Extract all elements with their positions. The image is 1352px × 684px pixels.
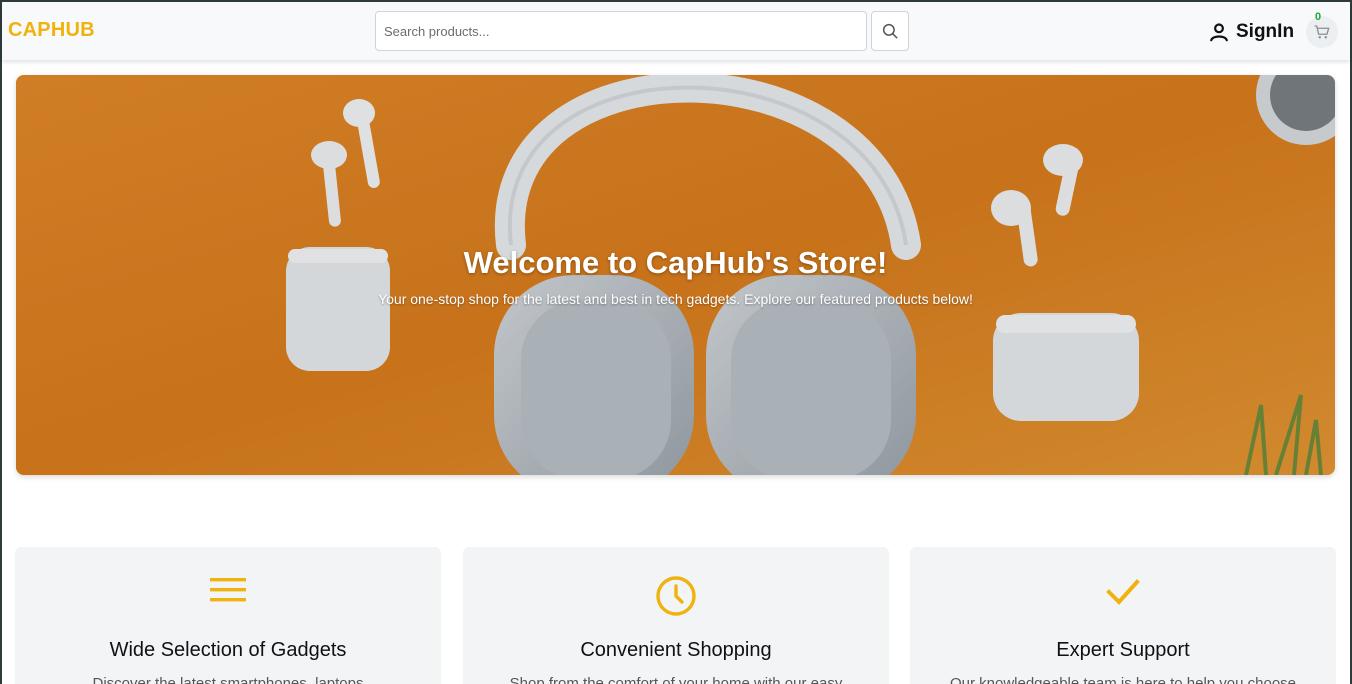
menu-lines-icon (210, 578, 246, 602)
cart-button[interactable] (1306, 16, 1338, 48)
hero-title: Welcome to CapHub's Store! (463, 245, 888, 280)
top-navbar: CAPHUB SignIn 0 (2, 2, 1350, 60)
feature-description: Discover the latest smartphones, laptops (92, 675, 364, 684)
feature-title: Expert Support (1056, 639, 1190, 661)
clock-icon (656, 576, 696, 616)
cart-count-badge: 0 (1315, 11, 1322, 23)
hero-subtitle: Your one-stop shop for the latest and be… (378, 291, 973, 307)
brand-logo[interactable]: CAPHUB (8, 19, 95, 42)
user-icon (1210, 23, 1228, 42)
search-button[interactable] (871, 11, 909, 51)
feature-card-shopping: Convenient Shopping Shop from the comfor… (463, 547, 889, 684)
feature-card-support: Expert Support Our knowledgeable team is… (910, 547, 1336, 684)
feature-card-selection: Wide Selection of Gadgets Discover the l… (15, 547, 441, 684)
feature-description: Our knowledgeable team is here to help y… (949, 675, 1297, 684)
feature-description: Shop from the comfort of your home with … (509, 675, 843, 684)
hero-banner: Welcome to CapHub's Store! Your one-stop… (16, 75, 1335, 475)
search-icon (882, 23, 898, 39)
signin-label: SignIn (1236, 21, 1295, 42)
feature-title: Wide Selection of Gadgets (109, 639, 347, 661)
checkmark-icon (1106, 579, 1140, 605)
cart-icon (1314, 25, 1330, 39)
feature-title: Convenient Shopping (580, 639, 772, 661)
search-input[interactable] (376, 12, 866, 50)
signin-link[interactable]: SignIn (1208, 21, 1294, 43)
search-box (375, 11, 867, 51)
